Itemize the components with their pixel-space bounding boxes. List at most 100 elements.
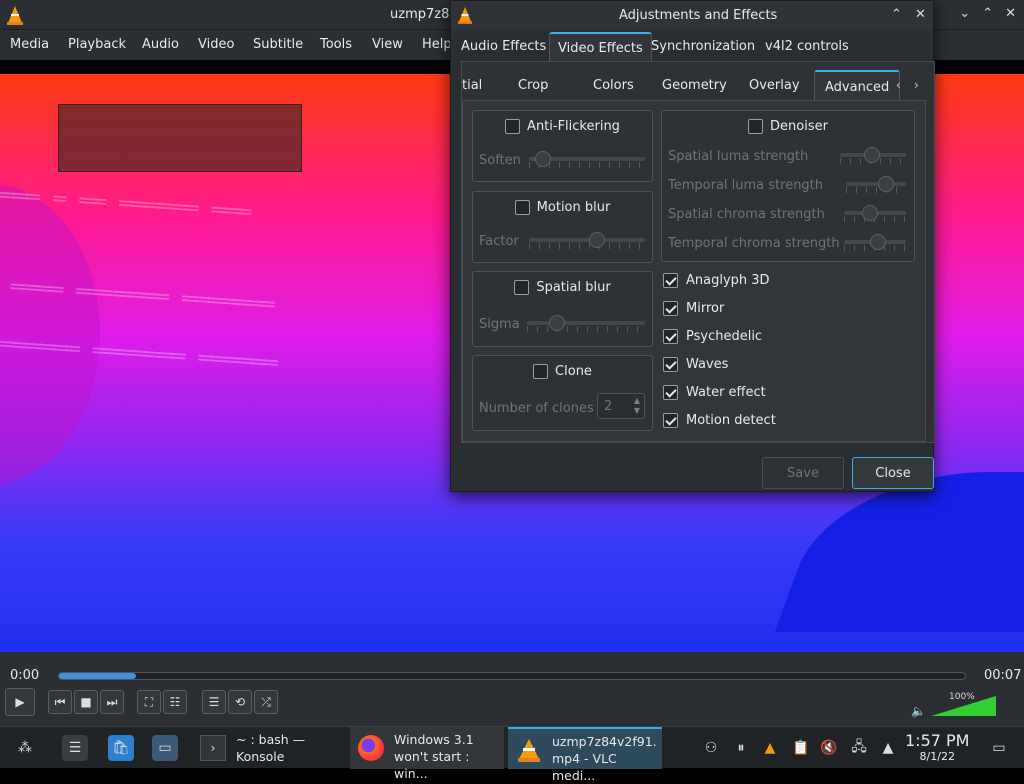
slider-knob xyxy=(864,147,880,163)
tab-video-effects[interactable]: Video Effects xyxy=(549,32,652,61)
discover-store-icon[interactable]: 🛍 xyxy=(108,735,134,761)
tray-expand-icon[interactable]: ▲ xyxy=(875,735,901,761)
next-icon: ⏭ xyxy=(106,694,118,709)
save-button[interactable]: Save xyxy=(762,457,844,489)
elapsed-time: 0:00 xyxy=(10,668,40,683)
volume-icon[interactable]: 🔈 xyxy=(911,704,926,718)
playlist-button[interactable]: ☰ xyxy=(202,690,226,714)
stop-button[interactable]: ■ xyxy=(74,690,98,714)
water-effect-checkbox[interactable] xyxy=(663,385,678,400)
temporal-chroma-slider xyxy=(844,234,906,252)
show-desktop-icon[interactable]: ▭ xyxy=(986,735,1012,761)
number-of-clones-spinbox[interactable]: 2 ▲ ▼ xyxy=(597,393,645,419)
advanced-tab-content: Anti-Flickering Soften Motion blur Facto… xyxy=(462,100,926,442)
previous-icon: ⏮ xyxy=(54,694,66,709)
loop-icon: ⟲ xyxy=(234,695,246,709)
effect-label: Psychedelic xyxy=(686,329,763,344)
minimize-icon[interactable]: ⌄ xyxy=(959,6,970,21)
effect-motion-detect[interactable]: Motion detect xyxy=(663,413,776,428)
dialog-close-icon[interactable]: ✕ xyxy=(915,7,926,22)
dialog-titlebar: Adjustments and Effects ⌃ ✕ xyxy=(451,1,933,31)
tab-audio-effects[interactable]: Audio Effects xyxy=(453,32,554,61)
system-settings-icon[interactable]: ☰ xyxy=(62,735,88,761)
vlc-tray-icon[interactable]: ▲ xyxy=(757,735,783,761)
maximize-icon[interactable]: ⌃ xyxy=(982,6,993,21)
anaglyph-3d-checkbox[interactable] xyxy=(663,273,678,288)
menu-help[interactable]: Help xyxy=(422,37,452,52)
dialog-main-tabs: Audio Effects Video Effects Synchronizat… xyxy=(451,31,933,61)
player-controls: 0:00 00:07 ▶ ⏮ ■ ⏭ ⛶ ☷ ☰ ⟲ ⤮ 🔈 100% xyxy=(0,652,1024,726)
menu-audio[interactable]: Audio xyxy=(142,37,179,52)
close-icon[interactable]: ✕ xyxy=(1005,6,1016,21)
menu-subtitle[interactable]: Subtitle xyxy=(253,37,303,52)
volume-level xyxy=(931,696,996,716)
application-launcher-icon[interactable]: ⁂ xyxy=(12,735,38,761)
spin-arrows-icon[interactable]: ▲ ▼ xyxy=(634,396,640,416)
close-button[interactable]: Close xyxy=(852,457,934,489)
extended-settings-button[interactable]: ☷ xyxy=(163,690,187,714)
fullscreen-button[interactable]: ⛶ xyxy=(137,690,161,714)
tab-v4l2-controls[interactable]: v4l2 controls xyxy=(757,32,857,61)
equalizer-icon: ☷ xyxy=(169,695,181,709)
spatial-blur-group: Spatial blur Sigma xyxy=(472,271,653,347)
waves-checkbox[interactable] xyxy=(663,357,678,372)
effect-anaglyph-3d[interactable]: Anaglyph 3D xyxy=(663,273,770,288)
anti-flickering-checkbox[interactable] xyxy=(505,119,521,134)
shuffle-button[interactable]: ⤮ xyxy=(254,690,278,714)
tab-essential[interactable]: tial xyxy=(452,70,492,100)
motion-blur-label: Motion blur xyxy=(536,200,611,215)
effect-mirror[interactable]: Mirror xyxy=(663,301,724,316)
previous-button[interactable]: ⏮ xyxy=(48,690,72,714)
sigma-label: Sigma xyxy=(479,317,520,332)
menu-video[interactable]: Video xyxy=(198,37,234,52)
clone-header: Clone xyxy=(473,364,652,379)
file-manager-icon[interactable]: ▭ xyxy=(152,735,178,761)
motion-blur-checkbox[interactable] xyxy=(514,200,530,215)
task-konsole[interactable]: › ~ : bash — Konsole xyxy=(192,727,344,769)
audio-muted-icon[interactable]: 🔇 xyxy=(816,735,842,761)
media-pause-icon[interactable]: ⏸ xyxy=(728,735,754,761)
tab-synchronization[interactable]: Synchronization xyxy=(643,32,763,61)
task-vlc[interactable]: uzmp7z84v2f91. mp4 - VLC medi... xyxy=(508,727,662,783)
clock[interactable]: 1:57 PM 8/1/22 xyxy=(905,731,969,763)
tab-scroll-right-icon[interactable]: › xyxy=(914,78,919,92)
play-button[interactable]: ▶ xyxy=(5,688,35,716)
volume-slider[interactable]: 100% xyxy=(931,692,1006,718)
motion-detect-checkbox[interactable] xyxy=(663,413,678,428)
anti-flickering-label: Anti-Flickering xyxy=(527,119,620,134)
denoiser-checkbox[interactable] xyxy=(748,119,764,134)
dialog-maximize-icon[interactable]: ⌃ xyxy=(891,7,902,22)
tab-crop[interactable]: Crop xyxy=(508,70,558,100)
motion-blur-header: Motion blur xyxy=(473,200,652,215)
tab-scroll-left-icon[interactable]: ‹ xyxy=(896,78,901,92)
kde-connect-icon[interactable]: ⚇ xyxy=(698,735,724,761)
tab-colors[interactable]: Colors xyxy=(583,70,644,100)
tab-overlay[interactable]: Overlay xyxy=(739,70,810,100)
tab-geometry[interactable]: Geometry xyxy=(652,70,737,100)
tab-advanced[interactable]: Advanced xyxy=(814,70,901,100)
effect-psychedelic[interactable]: Psychedelic xyxy=(663,329,762,344)
network-icon[interactable]: 🖧 xyxy=(846,735,872,761)
clipboard-icon[interactable]: 📋 xyxy=(788,735,814,761)
task-firefox[interactable]: Windows 3.1 won't start : win... xyxy=(350,727,504,781)
menu-view[interactable]: View xyxy=(372,37,403,52)
seek-bar[interactable] xyxy=(58,672,966,680)
effect-label: Mirror xyxy=(686,301,725,316)
psychedelic-checkbox[interactable] xyxy=(663,329,678,344)
menu-playback[interactable]: Playback xyxy=(68,37,126,52)
mirror-checkbox[interactable] xyxy=(663,301,678,316)
firefox-icon xyxy=(358,735,384,761)
clone-checkbox[interactable] xyxy=(533,364,549,379)
video-effects-subtabs: tial Crop Colors Geometry Overlay Advanc… xyxy=(462,70,932,100)
menu-tools[interactable]: Tools xyxy=(320,37,352,52)
effect-waves[interactable]: Waves xyxy=(663,357,728,372)
slider-knob xyxy=(535,151,551,167)
seek-progress xyxy=(59,673,136,679)
spatial-blur-checkbox[interactable] xyxy=(514,280,530,295)
loop-button[interactable]: ⟲ xyxy=(228,690,252,714)
effect-water[interactable]: Water effect xyxy=(663,385,766,400)
anti-flickering-group: Anti-Flickering Soften xyxy=(472,110,653,182)
menu-media[interactable]: Media xyxy=(10,37,49,52)
next-button[interactable]: ⏭ xyxy=(100,690,124,714)
stop-icon: ■ xyxy=(80,695,92,709)
